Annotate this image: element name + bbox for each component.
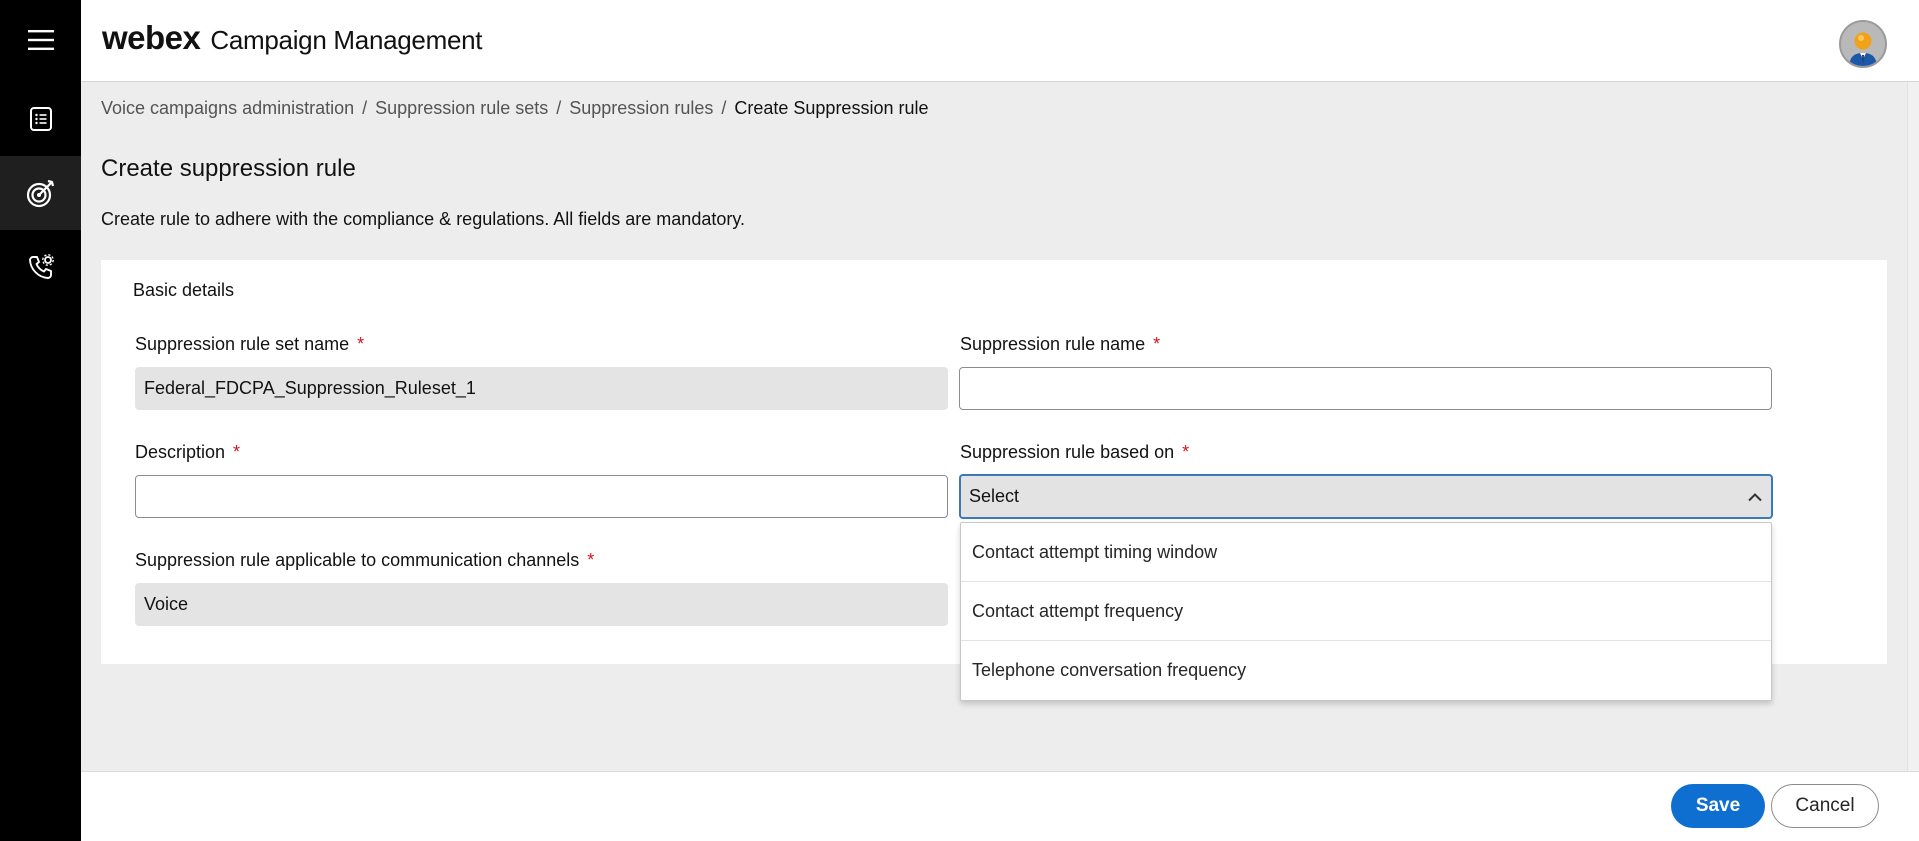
rule-name-label: Suppression rule name * [960,334,1160,355]
based-on-select[interactable]: Select [959,474,1773,519]
based-on-label-text: Suppression rule based on [960,442,1175,462]
dropdown-option[interactable]: Contact attempt timing window [961,523,1771,582]
chevron-up-icon [1748,492,1762,501]
list-document-icon [29,107,52,131]
breadcrumb-separator: / [362,98,368,118]
required-marker: * [357,334,365,354]
required-marker: * [1153,334,1161,354]
based-on-label: Suppression rule based on * [960,442,1189,463]
breadcrumb-link-rule-sets[interactable]: Suppression rule sets [375,98,548,119]
required-marker: * [587,550,595,570]
page-title: Create suppression rule [101,155,356,182]
breadcrumb-link-rules[interactable]: Suppression rules [569,98,713,119]
description-input[interactable] [135,475,948,518]
description-label-text: Description [135,442,226,462]
cancel-button[interactable]: Cancel [1771,784,1879,828]
rule-set-name-label-text: Suppression rule set name [135,334,350,354]
based-on-dropdown-menu: Contact attempt timing window Contact at… [960,522,1772,701]
channels-label: Suppression rule applicable to communica… [135,550,594,571]
target-icon [26,179,54,208]
action-footer: Save Cancel [81,771,1919,841]
breadcrumb-separator: / [556,98,562,118]
brand: webex Campaign Management [102,19,482,57]
avatar[interactable] [1839,20,1887,68]
section-title: Basic details [133,280,235,300]
app-name: Campaign Management [210,25,483,55]
dropdown-option[interactable]: Telephone conversation frequency [961,641,1771,700]
page-description: Create rule to adhere with the complianc… [101,209,746,229]
required-marker: * [233,442,241,462]
channels-field: Voice [135,583,948,626]
rule-set-name-field: Federal_FDCPA_Suppression_Ruleset_1 [135,367,948,410]
breadcrumb-separator: / [721,98,727,118]
main-content: Voice campaigns administration / Suppres… [81,82,1907,771]
breadcrumb-link-voice-campaigns[interactable]: Voice campaigns administration [101,98,354,119]
vertical-scrollbar[interactable] [1907,82,1919,771]
dropdown-option[interactable]: Contact attempt frequency [961,582,1771,641]
left-nav-rail [0,0,81,841]
webex-logo: webex [102,19,201,56]
save-button[interactable]: Save [1671,784,1765,828]
menu-button[interactable] [0,3,81,77]
user-avatar-icon [1841,22,1885,66]
channels-label-text: Suppression rule applicable to communica… [135,550,580,570]
rule-name-input[interactable] [959,367,1772,410]
rule-name-label-text: Suppression rule name [960,334,1146,354]
phone-settings-icon [28,254,54,279]
rule-set-name-label: Suppression rule set name * [135,334,364,355]
nav-item-campaigns[interactable] [0,156,81,230]
based-on-select-value: Select [969,486,1020,506]
menu-icon [27,30,54,50]
required-marker: * [1182,442,1190,462]
breadcrumb: Voice campaigns administration / Suppres… [101,98,928,119]
breadcrumb-current: Create Suppression rule [734,98,929,118]
nav-item-voice-settings[interactable] [0,230,81,304]
description-label: Description * [135,442,240,463]
top-header: webex Campaign Management [81,0,1919,82]
nav-item-list[interactable] [0,82,81,156]
